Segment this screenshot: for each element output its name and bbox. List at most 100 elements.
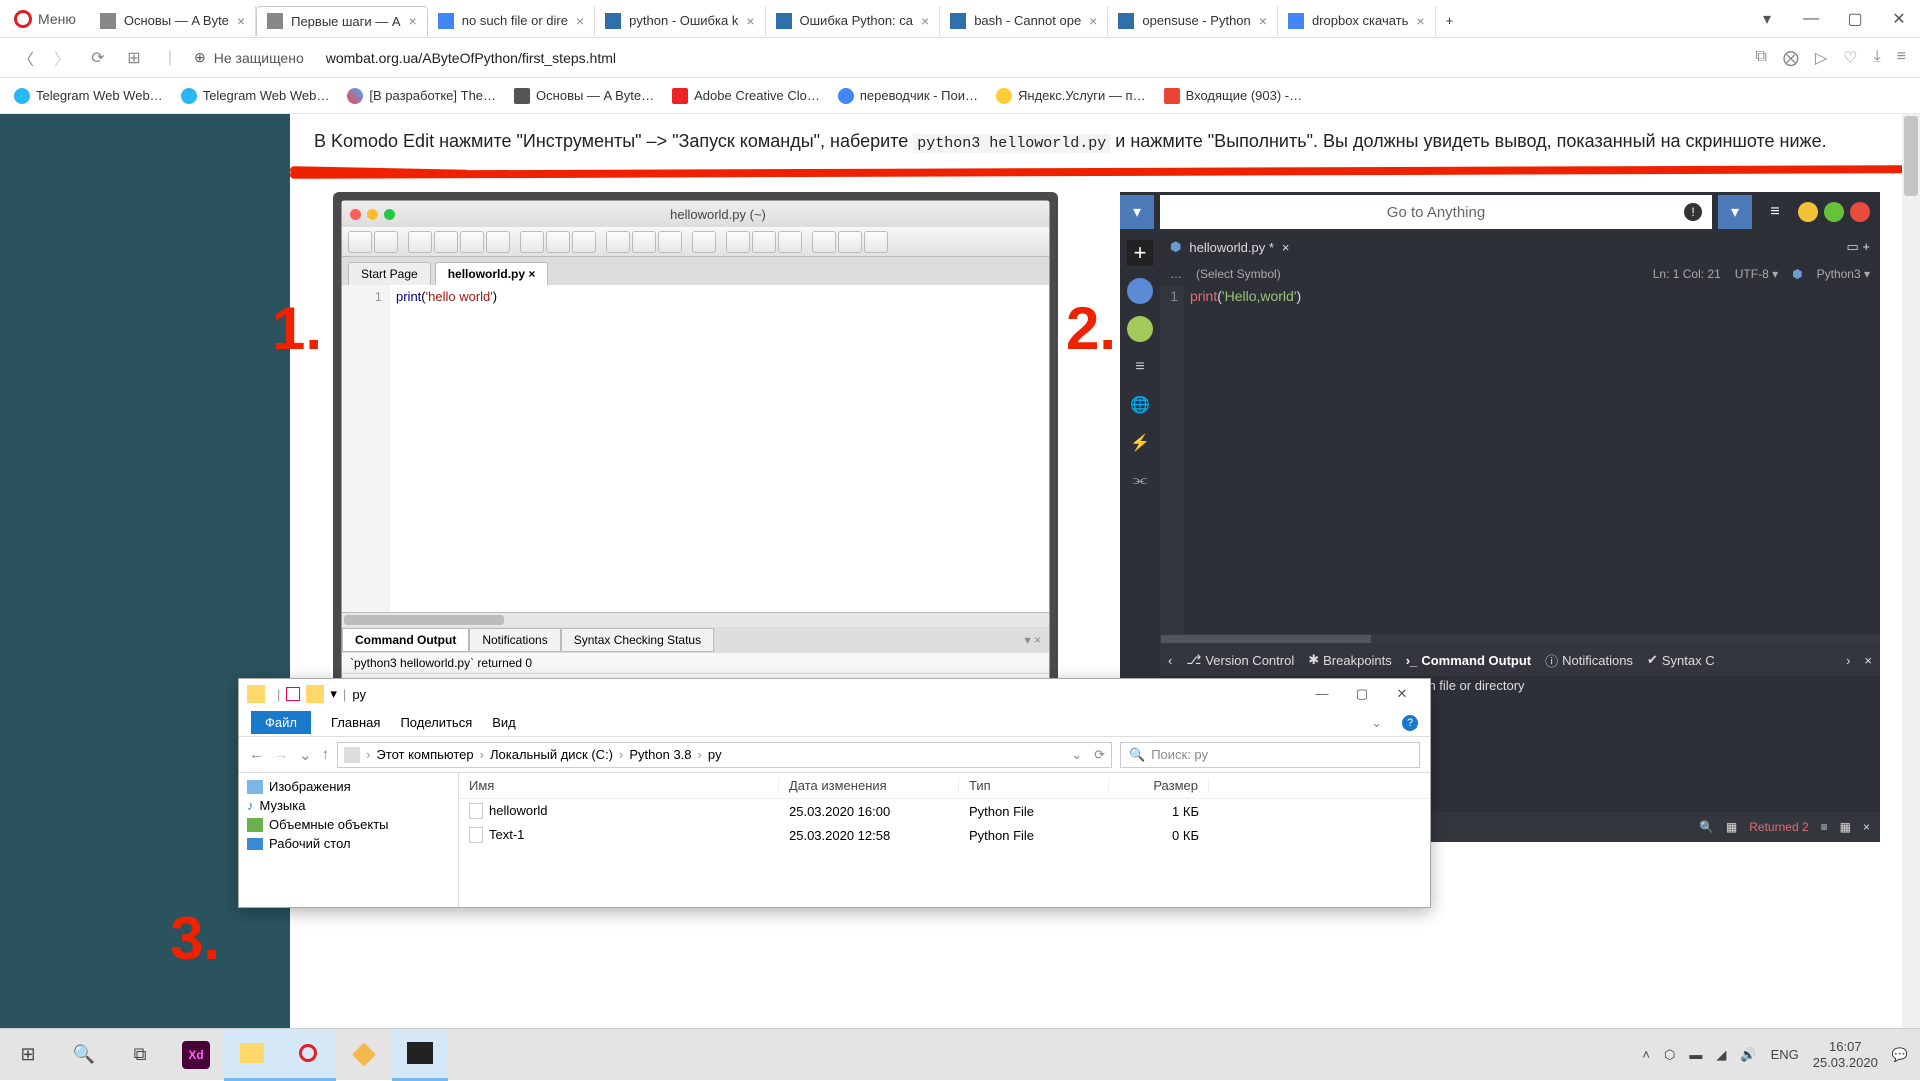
tab-2[interactable]: no such file or dire× [428, 6, 595, 36]
crumb[interactable]: Локальный диск (C:) [490, 747, 613, 762]
browser-tabstrip: Меню Основы — A Byte× Первые шаги — A× n… [0, 0, 1920, 38]
ribbon-file[interactable]: Файл [251, 711, 311, 734]
page-scrollbar[interactable] [1902, 114, 1920, 1028]
refresh-icon[interactable]: ⟳ [1094, 747, 1105, 763]
dropdown-icon[interactable]: ⌄ [1071, 747, 1082, 763]
tray-expand-icon[interactable]: ˄ [1642, 1047, 1650, 1062]
explorer-app-icon[interactable] [224, 1029, 280, 1081]
crumb[interactable]: py [708, 747, 722, 762]
tab-4[interactable]: Ошибка Python: ca× [766, 6, 941, 36]
menu-label: Меню [38, 11, 76, 27]
start-button[interactable]: ⊞ [0, 1029, 56, 1081]
download-icon[interactable]: ⤓ [1874, 48, 1881, 68]
volume-icon[interactable]: 🔊 [1740, 1047, 1756, 1063]
tab-overflow-icon[interactable]: ▾ [1746, 4, 1788, 34]
url-field[interactable]: ⊕ Не защищено wombat.org.ua/AByteOfPytho… [194, 49, 616, 66]
bookmark-item[interactable]: Входящие (903) -… [1164, 88, 1303, 104]
minimize-button[interactable]: — [1790, 4, 1832, 34]
nav-tree[interactable]: Изображения ♪Музыка Объемные объекты Раб… [239, 773, 459, 907]
tree-item[interactable]: Изображения [247, 777, 450, 796]
clock[interactable]: 16:07 25.03.2020 [1813, 1039, 1878, 1070]
speed-dial-icon[interactable]: ⊞ [122, 48, 146, 68]
explorer-titlebar[interactable]: | ▾ | py — ▢ ✕ [239, 679, 1430, 709]
adblock-icon[interactable]: ⨂ [1783, 48, 1799, 68]
close-icon[interactable]: × [409, 13, 417, 29]
breadcrumb[interactable]: ›Этот компьютер ›Локальный диск (C:) ›Py… [337, 742, 1112, 768]
recent-dropdown-icon[interactable]: ⌄ [299, 746, 312, 764]
close-button[interactable]: ✕ [1382, 686, 1422, 702]
tab-0[interactable]: Основы — A Byte× [90, 6, 256, 36]
xd-app-icon[interactable]: Xd [168, 1029, 224, 1081]
minimize-button[interactable]: — [1302, 686, 1342, 702]
back-button[interactable]: ← [249, 746, 264, 764]
up-button[interactable]: ↑ [322, 746, 330, 764]
tab-1-active[interactable]: Первые шаги — A× [256, 6, 428, 36]
bookmark-item[interactable]: Яндекс.Услуги — п… [996, 88, 1146, 104]
new-tab-button[interactable]: + [1436, 6, 1464, 36]
crumb[interactable]: Python 3.8 [629, 747, 691, 762]
snapshot-icon[interactable]: ⧉ [1755, 48, 1766, 68]
maximize-button[interactable]: ▢ [1342, 686, 1382, 702]
col-name[interactable]: Имя [459, 778, 779, 793]
close-icon[interactable]: × [237, 13, 245, 29]
tab-6[interactable]: opensuse - Python× [1108, 6, 1278, 36]
terminal-app-icon[interactable] [392, 1029, 448, 1081]
ribbon-view[interactable]: Вид [492, 715, 516, 730]
app-icon[interactable] [336, 1029, 392, 1081]
taskbar[interactable]: ⊞ 🔍 ⧉ Xd ˄ ⬡ ▬ ◢ 🔊 ENG 16:07 25.03.2020 … [0, 1028, 1920, 1080]
opera-menu-button[interactable]: Меню [0, 0, 90, 38]
scroll-thumb[interactable] [1904, 116, 1918, 196]
qa-icon[interactable] [286, 687, 300, 701]
bookmark-item[interactable]: переводчик - Пои… [838, 88, 978, 104]
wifi-icon[interactable]: ◢ [1716, 1047, 1726, 1063]
dropbox-icon[interactable]: ⬡ [1664, 1047, 1675, 1063]
help-icon[interactable]: ? [1402, 715, 1418, 731]
easy-setup-icon[interactable]: ≡ [1897, 48, 1906, 68]
battery-icon[interactable]: ▬ [1689, 1047, 1702, 1062]
ribbon-home[interactable]: Главная [331, 715, 380, 730]
vpn-icon[interactable]: ▷ [1815, 48, 1827, 68]
ribbon-expand-icon[interactable]: ⌄ [1371, 715, 1382, 731]
close-icon[interactable]: × [1259, 13, 1267, 29]
explorer-search[interactable]: 🔍 Поиск: py [1120, 742, 1420, 768]
heart-icon[interactable]: ♡ [1843, 48, 1857, 68]
action-center-icon[interactable]: 💬 [1892, 1047, 1908, 1063]
close-button[interactable]: ✕ [1878, 4, 1920, 34]
tab-3[interactable]: python - Ошибка k× [595, 6, 765, 36]
close-icon[interactable]: × [746, 13, 754, 29]
close-icon[interactable]: × [576, 13, 584, 29]
qa-dropdown-icon[interactable]: ▾ [330, 686, 337, 702]
close-icon[interactable]: × [921, 13, 929, 29]
file-row[interactable]: helloworld 25.03.2020 16:00 Python File … [459, 799, 1430, 823]
close-icon[interactable]: × [1089, 13, 1097, 29]
tree-item[interactable]: Объемные объекты [247, 815, 450, 834]
forward-button[interactable]: 〉 [50, 46, 74, 70]
tree-item[interactable]: ♪Музыка [247, 796, 450, 815]
search-button[interactable]: 🔍 [56, 1029, 112, 1081]
reload-button[interactable]: ⟳ [86, 48, 110, 68]
system-tray[interactable]: ˄ ⬡ ▬ ◢ 🔊 ENG 16:07 25.03.2020 💬 [1630, 1039, 1920, 1070]
maximize-button[interactable]: ▢ [1834, 4, 1876, 34]
column-headers[interactable]: Имя Дата изменения Тип Размер [459, 773, 1430, 799]
tab-5[interactable]: bash - Cannot ope× [940, 6, 1108, 36]
forward-button[interactable]: → [274, 746, 289, 764]
page-icon [100, 13, 116, 29]
opera-app-icon[interactable] [280, 1029, 336, 1081]
ribbon-share[interactable]: Поделиться [400, 715, 472, 730]
tree-item[interactable]: Рабочий стол [247, 834, 450, 853]
crumb[interactable]: Этот компьютер [376, 747, 473, 762]
bookmark-item[interactable]: [В разработке] The… [347, 88, 496, 104]
bookmark-item[interactable]: Telegram Web Web… [14, 88, 163, 104]
task-view-button[interactable]: ⧉ [112, 1029, 168, 1081]
back-button[interactable]: 〈 [14, 46, 38, 70]
lang-indicator[interactable]: ENG [1771, 1047, 1799, 1062]
file-row[interactable]: Text-1 25.03.2020 12:58 Python File 0 КБ [459, 823, 1430, 847]
bookmark-item[interactable]: Основы — A Byte… [514, 88, 654, 104]
col-date[interactable]: Дата изменения [779, 778, 959, 793]
bookmark-item[interactable]: Adobe Creative Clo… [672, 88, 820, 104]
col-size[interactable]: Размер [1109, 778, 1209, 793]
bookmark-item[interactable]: Telegram Web Web… [181, 88, 330, 104]
col-type[interactable]: Тип [959, 778, 1109, 793]
close-icon[interactable]: × [1416, 13, 1424, 29]
tab-7[interactable]: dropbox скачать× [1278, 6, 1436, 36]
